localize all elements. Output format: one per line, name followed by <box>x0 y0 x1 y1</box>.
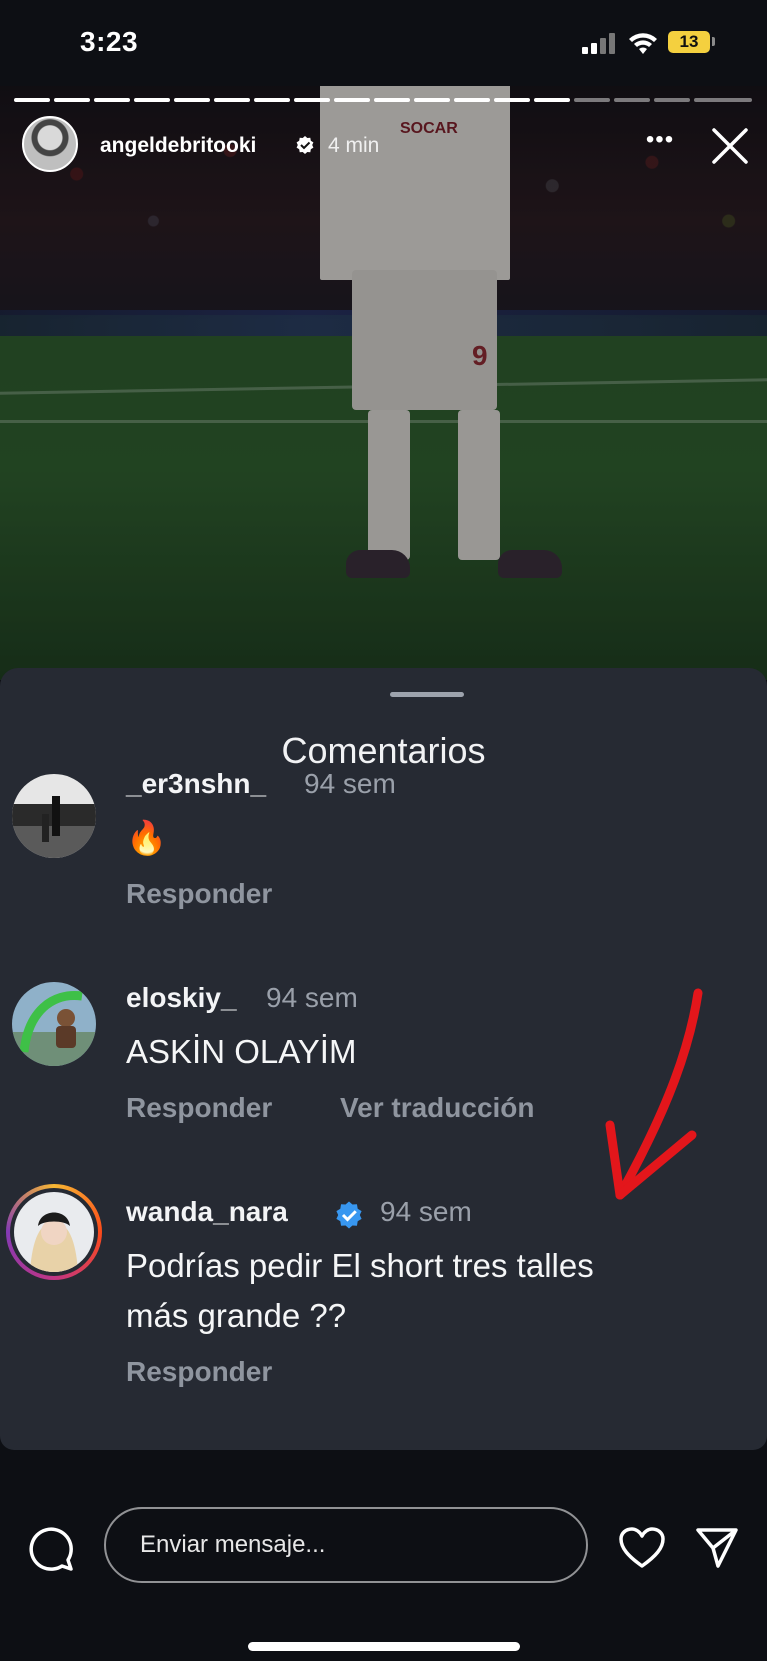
cellular-signal-icon <box>582 32 616 54</box>
comment-time: 94 sem <box>304 768 396 799</box>
home-indicator <box>248 1642 520 1651</box>
commenter-avatar[interactable] <box>14 1192 94 1272</box>
comment-time: 94 sem <box>380 1196 472 1227</box>
comment-text-line: más grande ?? <box>126 1297 347 1334</box>
story-ring <box>6 1184 102 1280</box>
see-translation-button[interactable]: Ver traducción <box>340 1092 535 1124</box>
comment-username[interactable]: wanda_nara <box>126 1196 288 1228</box>
reply-button[interactable]: Responder <box>126 1356 272 1388</box>
status-bar: 3:23 13 <box>0 0 767 86</box>
verified-badge-icon <box>336 1201 362 1229</box>
more-icon[interactable]: ••• <box>642 128 678 160</box>
commenter-avatar[interactable] <box>12 982 96 1066</box>
story-header: angeldebritooki 4 min ••• <box>0 112 767 176</box>
send-icon[interactable] <box>694 1524 740 1570</box>
battery-indicator: 13 <box>668 31 710 53</box>
red-arrow-annotation <box>605 988 703 1200</box>
comment-username[interactable]: eloskiy_ <box>126 982 237 1014</box>
heart-icon[interactable] <box>618 1526 666 1570</box>
story-time-ago: 4 min <box>328 134 380 157</box>
status-time: 3:23 <box>80 26 139 57</box>
comment-text: 🔥 <box>126 819 168 856</box>
comment-username[interactable]: _er3nshn_ <box>126 768 266 800</box>
reply-button[interactable]: Responder <box>126 878 272 910</box>
story-author-avatar[interactable] <box>22 116 78 172</box>
sheet-grabber-handle[interactable] <box>390 692 464 697</box>
comment-time: 94 sem <box>266 982 358 1013</box>
comment-text: ASKİN OLAYİM <box>126 1033 357 1070</box>
message-bar <box>0 1450 767 1661</box>
sheet-title: Comentarios <box>281 730 486 771</box>
comment-text-line: Podrías pedir El short tres talles <box>126 1247 594 1284</box>
verified-badge-icon <box>296 136 314 154</box>
close-icon[interactable] <box>708 124 752 168</box>
wifi-icon <box>629 33 657 54</box>
reply-button[interactable]: Responder <box>126 1092 272 1124</box>
story-author-username[interactable]: angeldebritooki <box>100 134 256 158</box>
commenter-avatar[interactable] <box>12 774 96 858</box>
message-input[interactable] <box>104 1507 588 1583</box>
comment-icon[interactable] <box>28 1526 74 1572</box>
